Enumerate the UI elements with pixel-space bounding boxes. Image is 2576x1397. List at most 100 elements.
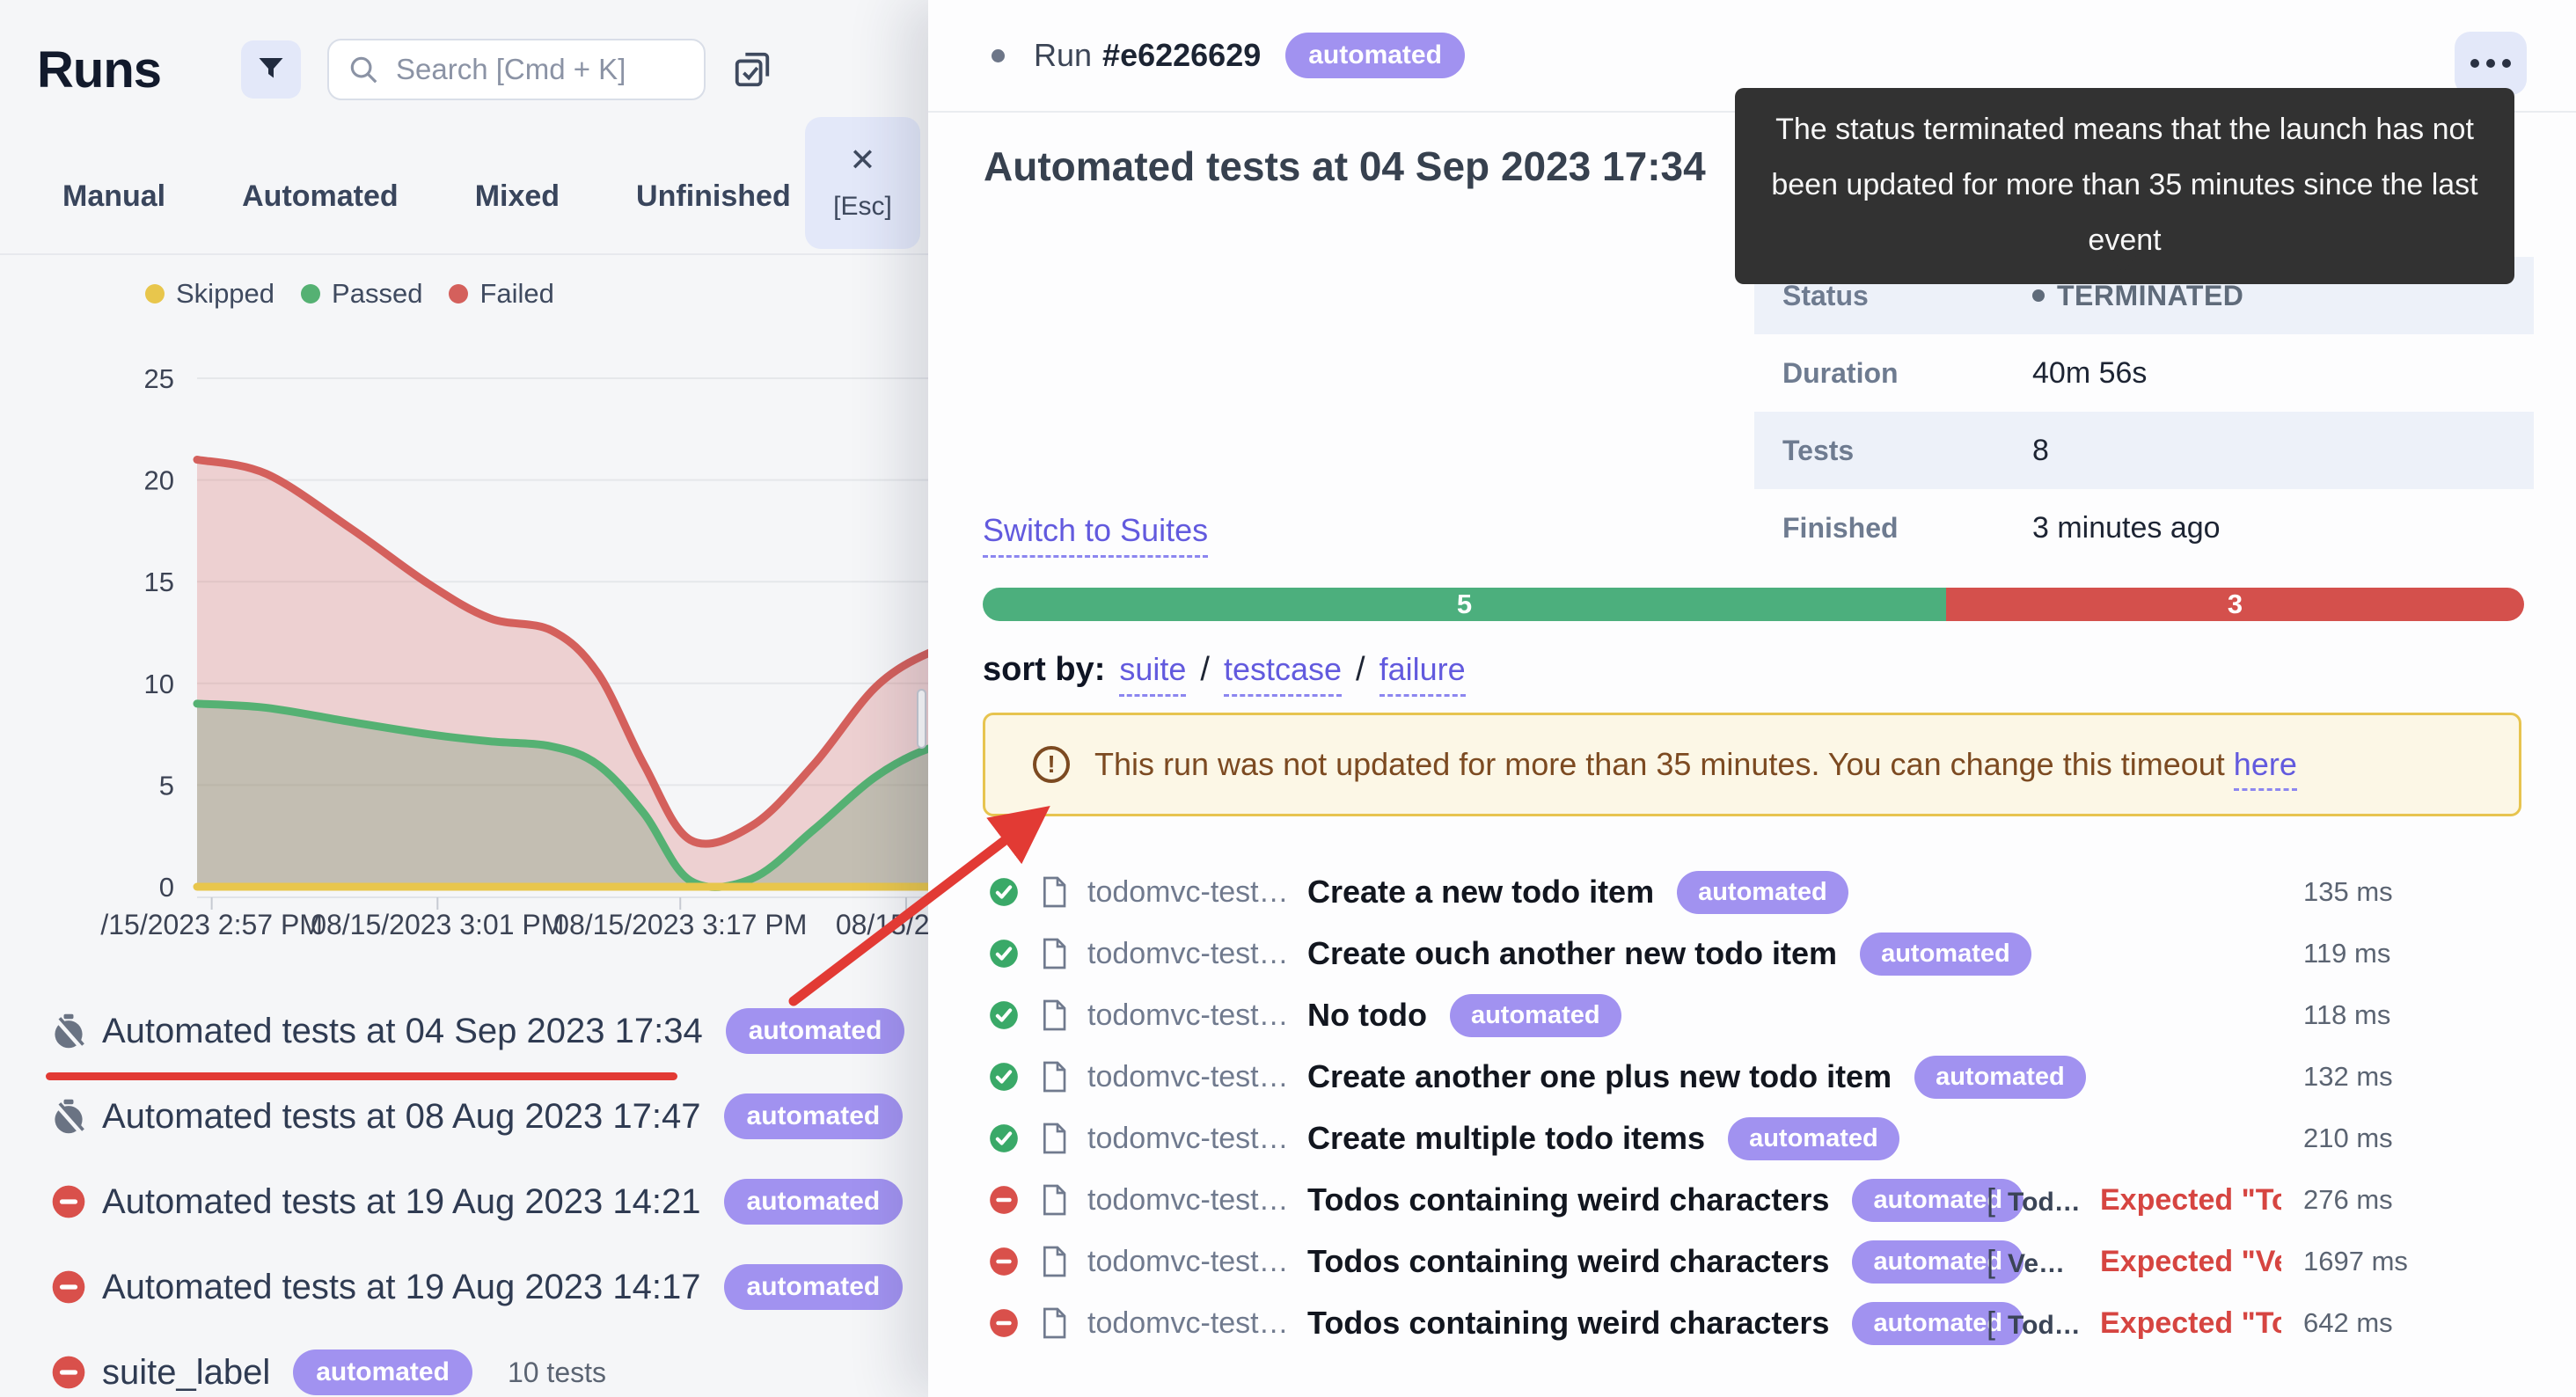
runs-tabs: Manual Automated Mixed Unfinished xyxy=(0,179,928,255)
run-row[interactable]: Automated tests at 04 Sep 2023 17:34 aut… xyxy=(0,989,1046,1073)
check-circle-icon xyxy=(987,998,1021,1032)
timer-off-icon xyxy=(49,1012,88,1050)
svg-text:20: 20 xyxy=(144,465,174,496)
test-name[interactable]: Todos containing weird characters xyxy=(1307,1243,1829,1280)
test-name[interactable]: Create ouch another new todo item xyxy=(1307,935,1837,972)
tab-manual[interactable]: Manual xyxy=(62,179,165,214)
run-name: Automated tests at 08 Aug 2023 17:47 xyxy=(102,1096,701,1136)
warning-text: This run was not updated for more than 3… xyxy=(1094,746,2297,791)
terminated-dot-icon xyxy=(2032,289,2045,302)
test-duration: 118 ms xyxy=(2303,999,2391,1030)
test-row[interactable]: todomvc-test… Create multiple todo items a… xyxy=(928,1108,2576,1169)
test-row[interactable]: todomvc-test… Todos containing weird char… xyxy=(928,1292,2576,1354)
automated-badge: automated xyxy=(1728,1116,1899,1160)
test-row[interactable]: todomvc-test… Create ouch another new tod… xyxy=(928,923,2576,984)
info-row-duration: Duration 40m 56s xyxy=(1754,334,2534,412)
automated-badge: automated xyxy=(1449,993,1621,1037)
passed-segment: 5 xyxy=(983,588,1946,621)
test-row[interactable]: todomvc-test… Create another one plus new… xyxy=(928,1046,2576,1108)
dots-icon xyxy=(2470,59,2479,68)
close-drawer-button[interactable]: ✕ [Esc] xyxy=(805,117,920,249)
chart-legend: Skipped Passed Failed xyxy=(0,278,928,310)
run-row[interactable]: Automated tests at 19 Aug 2023 14:21 aut… xyxy=(0,1159,1036,1244)
check-circle-icon xyxy=(987,1122,1021,1155)
test-file: todomvc-test… xyxy=(1087,1182,1289,1217)
info-label: Status xyxy=(1782,279,1869,311)
minus-circle-icon xyxy=(49,1182,88,1221)
minus-circle-icon xyxy=(49,1353,88,1392)
automated-badge: automated xyxy=(1285,33,1465,78)
test-name[interactable]: Todos containing weird characters xyxy=(1307,1181,1829,1218)
test-tag: [Tod… xyxy=(1987,1181,2081,1218)
tab-unfinished[interactable]: Unfinished xyxy=(636,179,791,214)
red-underline-annotation xyxy=(46,1072,677,1080)
info-label: Finished xyxy=(1782,511,1899,544)
failed-segment: 3 xyxy=(1946,588,2524,621)
timeout-warning-banner: ! This run was not updated for more than… xyxy=(983,713,2521,816)
sort-by-suite-link[interactable]: suite xyxy=(1119,651,1187,697)
test-row[interactable]: todomvc-test… No todo automated 118 ms xyxy=(928,984,2576,1046)
test-error[interactable]: Expected "Ver xyxy=(2100,1245,2281,1279)
tab-automated[interactable]: Automated xyxy=(242,179,399,214)
test-name[interactable]: No todo xyxy=(1307,997,1427,1034)
page-title: Runs xyxy=(37,40,162,99)
svg-text:25: 25 xyxy=(144,363,174,394)
run-row[interactable]: Automated tests at 19 Aug 2023 14:17 aut… xyxy=(0,1245,1036,1329)
filter-button[interactable] xyxy=(241,40,301,99)
test-row[interactable]: todomvc-test… Todos containing weird char… xyxy=(928,1231,2576,1292)
automated-badge: automated xyxy=(725,1008,905,1054)
sort-by-testcase-link[interactable]: testcase xyxy=(1223,651,1343,697)
timeout-here-link[interactable]: here xyxy=(2233,746,2297,791)
info-value: 8 xyxy=(2032,433,2049,467)
test-file: todomvc-test… xyxy=(1087,874,1289,909)
tab-mixed[interactable]: Mixed xyxy=(475,179,560,214)
run-info-table: Status TERMINATED Duration 40m 56s Tests… xyxy=(1754,257,2534,567)
run-name: Automated tests at 19 Aug 2023 14:17 xyxy=(102,1267,701,1306)
run-name: Automated tests at 04 Sep 2023 17:34 xyxy=(102,1011,703,1050)
svg-text:5: 5 xyxy=(159,770,174,801)
info-row-finished: Finished 3 minutes ago xyxy=(1754,489,2534,567)
automated-badge: automated xyxy=(723,1093,904,1139)
svg-text:0: 0 xyxy=(159,872,174,903)
test-name[interactable]: Todos containing weird characters xyxy=(1307,1305,1829,1342)
runs-trend-chart: 0 5 10 15 20 25/15/2023 2:57 PM 08/15/2023 3:0… xyxy=(0,352,977,968)
funnel-icon xyxy=(255,53,287,87)
automated-badge: automated xyxy=(1860,932,2031,976)
test-duration: 276 ms xyxy=(2303,1184,2393,1215)
svg-text:/15/2023 2:57 PM: /15/2023 2:57 PM xyxy=(100,909,323,940)
minus-circle-icon xyxy=(987,1306,1021,1340)
test-name[interactable]: Create multiple todo items xyxy=(1307,1120,1705,1157)
automated-badge: automated xyxy=(293,1349,472,1395)
file-icon xyxy=(1040,1306,1068,1340)
test-duration: 132 ms xyxy=(2303,1061,2393,1092)
info-value: 40m 56s xyxy=(2032,355,2148,390)
automated-badge: automated xyxy=(723,1264,904,1310)
scrollbar-thumb[interactable] xyxy=(917,689,926,749)
run-row[interactable]: Automated tests at 08 Aug 2023 17:47 aut… xyxy=(0,1074,1044,1159)
test-row[interactable]: todomvc-test… Create a new todo item autom… xyxy=(928,861,2576,923)
sort-by-failure-link[interactable]: failure xyxy=(1379,651,1466,697)
test-duration: 119 ms xyxy=(2303,938,2391,969)
more-menu-button[interactable] xyxy=(2455,32,2527,95)
test-duration: 1697 ms xyxy=(2303,1246,2408,1276)
minus-circle-icon xyxy=(987,1245,1021,1278)
test-row[interactable]: todomvc-test… Todos containing weird char… xyxy=(928,1169,2576,1231)
file-icon xyxy=(1040,1060,1068,1093)
search-box[interactable] xyxy=(327,39,706,100)
legend-item-passed: Passed xyxy=(301,278,422,310)
test-error[interactable]: Expected "To xyxy=(2100,1183,2281,1218)
bulk-select-icon[interactable] xyxy=(732,49,772,90)
run-row[interactable]: suite_label automated 10 tests xyxy=(0,1330,928,1397)
switch-to-suites-link[interactable]: Switch to Suites xyxy=(983,512,1209,558)
minus-circle-icon xyxy=(987,1183,1021,1217)
passed-dot-icon xyxy=(301,284,321,304)
test-name[interactable]: Create a new todo item xyxy=(1307,874,1654,911)
test-duration: 642 ms xyxy=(2303,1307,2393,1338)
test-duration: 210 ms xyxy=(2303,1123,2393,1153)
test-name[interactable]: Create another one plus new todo item xyxy=(1307,1058,1892,1095)
test-error[interactable]: Expected "To xyxy=(2100,1306,2281,1341)
runs-header: Runs xyxy=(0,0,928,100)
info-label: Tests xyxy=(1782,434,1855,466)
search-input[interactable] xyxy=(396,53,695,86)
failed-dot-icon xyxy=(449,284,469,304)
